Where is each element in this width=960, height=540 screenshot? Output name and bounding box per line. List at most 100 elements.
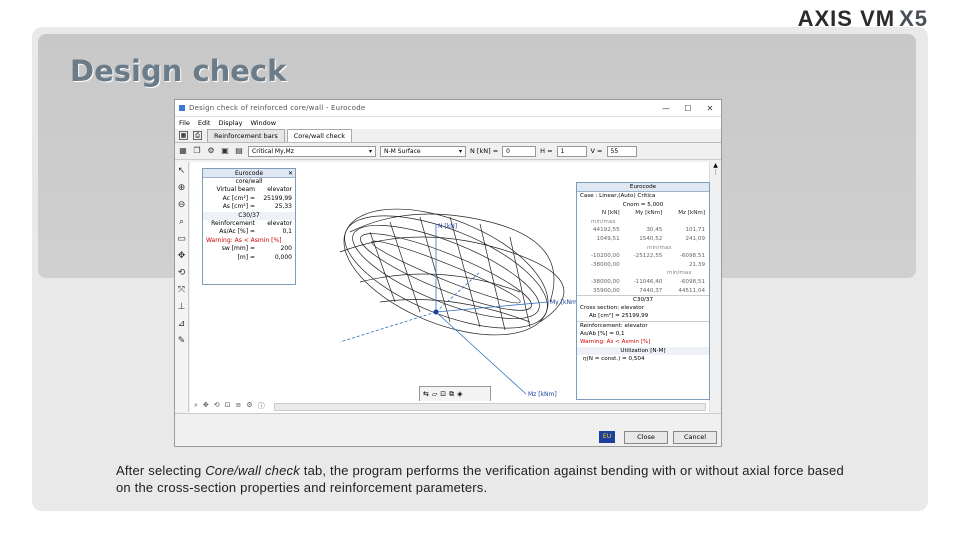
rotate-icon[interactable]: ⟲ [178, 268, 186, 279]
cell: -25122,55 [633, 253, 663, 260]
surface-dropdown-value: N-M Surface [384, 147, 421, 155]
window-title: Design check of reinforced core/wall - E… [189, 104, 366, 112]
utilization-line: η(N = const.) = 0,504 [583, 356, 645, 363]
settings-small-icon[interactable]: ⚙ [246, 401, 252, 413]
view-front-icon[interactable]: ⇆ [423, 390, 429, 398]
pan-small-icon[interactable]: ✥ [203, 401, 209, 413]
cell: 44511,04 [678, 287, 706, 294]
panel-row-value: elevator [267, 219, 292, 227]
my-axis-label: My [kNm] [550, 299, 579, 306]
cell: -6098,51 [679, 278, 706, 285]
cell: 1049,51 [596, 235, 620, 242]
left-panel-title-text: Eurocode [234, 170, 264, 177]
info-icon[interactable]: ⓘ [258, 401, 265, 413]
cnom-line: Cnom = 5,000 [622, 201, 664, 208]
measure-icon[interactable]: ⊿ [178, 319, 186, 330]
table-icon[interactable]: ▦ [179, 131, 188, 140]
group-label: min/max [667, 270, 692, 277]
panel-warning-text: Warning: As < Asmin [%] [206, 236, 282, 244]
menu-display[interactable]: Display [218, 119, 242, 127]
scroll-up-icon[interactable]: ▲ [710, 162, 721, 169]
panel-row: [m] = 0,000 [203, 254, 295, 262]
grid-view-icon[interactable]: ▤ [234, 146, 244, 156]
cell: 21,39 [689, 261, 706, 268]
critical-dropdown[interactable]: Critical My,Mz ▾ [248, 145, 376, 157]
panel-row: Virtual beam elevator [203, 186, 295, 194]
utilization-header: Utilization [N-M] [577, 346, 709, 356]
zoom-window-icon[interactable]: ⌕ [179, 217, 184, 228]
table-row: -38000,00 -11046,40 -6098,51 [577, 278, 709, 287]
group-label: min/max [647, 244, 672, 251]
zoom-in-icon[interactable]: ⊕ [178, 183, 186, 194]
perspective-icon[interactable]: ⤧ [178, 285, 185, 296]
close-button[interactable]: Close [624, 431, 668, 444]
tab-reinforcement-bars[interactable]: Reinforcement bars [207, 129, 285, 142]
cell: -38000,00 [590, 278, 620, 285]
minimize-button[interactable]: — [655, 104, 677, 113]
panel-row-value: elevator [267, 186, 292, 194]
panel-row-value: 25199,99 [263, 194, 292, 202]
cell: 44192,55 [592, 227, 620, 234]
scroll-options-icon[interactable]: ⋮ [710, 169, 721, 176]
close-window-button[interactable]: ✕ [699, 104, 721, 113]
n-input[interactable]: 0 [502, 145, 537, 157]
panel-row-value: 0,000 [274, 253, 292, 261]
v-input[interactable]: 55 [606, 145, 637, 157]
cell: 35900,00 [592, 287, 620, 294]
menu-window[interactable]: Window [250, 119, 276, 127]
chevron-down-icon: ▾ [458, 147, 462, 155]
panel-row-value: 200 [280, 245, 292, 253]
view-top-icon[interactable]: ⊡ [440, 390, 446, 398]
vertical-scrollbar[interactable]: ▲ ⋮ [709, 162, 721, 412]
tab-core-wall-check[interactable]: Core/wall check [286, 129, 352, 142]
app-icon [179, 105, 185, 111]
image-icon[interactable]: ▣ [220, 146, 230, 156]
copy-icon[interactable]: ❐ [192, 146, 202, 156]
menu-file[interactable]: File [179, 119, 190, 127]
view-iso-icon[interactable]: ⧉ [449, 390, 454, 399]
select-arrow-icon[interactable]: ↖ [178, 166, 186, 177]
material-line: C30/37 [577, 295, 709, 304]
n-axis-label: N [kN] [438, 223, 457, 230]
logo-text: AXIS VM [797, 6, 896, 31]
view-frame-icon[interactable]: ▭ [177, 234, 186, 245]
eurocode-summary-panel[interactable]: Eurocode ✕ core/wall Virtual beam elevator… [202, 168, 296, 285]
cell: 101,71 [685, 227, 706, 234]
horizontal-scrollbar[interactable] [273, 403, 706, 411]
pan-icon[interactable]: ✥ [178, 251, 186, 262]
table-row: -38000,00 21,39 [577, 261, 709, 270]
design-check-window: Design check of reinforced core/wall - E… [174, 99, 722, 447]
menu-edit[interactable]: Edit [198, 119, 211, 127]
tab-row: ▦ ⎙ Reinforcement bars Core/wall check [175, 129, 721, 143]
print-icon[interactable]: ⎙ [193, 131, 202, 140]
cell [622, 261, 665, 270]
panel-warning-row: Warning: As < Asmin [%] [203, 237, 295, 245]
h-input[interactable]: 1 [556, 145, 587, 157]
panel-row-label: Virtual beam [216, 186, 255, 194]
cancel-button[interactable]: Cancel [673, 431, 717, 444]
cell: 7440,37 [639, 287, 663, 294]
panel-row: C30/37 [203, 211, 295, 220]
maximize-button[interactable]: ☐ [677, 104, 699, 113]
cell: 30,45 [646, 227, 663, 234]
axes-icon[interactable]: ⊥ [178, 302, 186, 313]
grid-icon[interactable]: ▦ [178, 146, 188, 156]
rotate-small-icon[interactable]: ⟲ [214, 401, 220, 413]
zoom-icon[interactable]: ⌕ [194, 401, 198, 413]
close-icon[interactable]: ✕ [288, 169, 293, 178]
fit-icon[interactable]: ⊡ [225, 401, 231, 413]
view-controls: ⇆ ▱ ⊡ ⧉ ◈ [419, 386, 491, 402]
wrench-icon[interactable]: ✎ [178, 336, 186, 347]
settings-icon[interactable]: ⚙ [206, 146, 216, 156]
table-row: 1049,51 1540,52 241,09 [577, 235, 709, 244]
results-header: N [kN] My [kNm] Mz [kNm] [577, 209, 709, 218]
cross-section-line: Cross section: elevator [580, 304, 645, 311]
zoom-out-icon[interactable]: ⊖ [178, 200, 186, 211]
view-side-icon[interactable]: ▱ [432, 390, 437, 398]
surface-dropdown[interactable]: N-M Surface ▾ [380, 145, 466, 157]
eurocode-results-panel[interactable]: Eurocode Case : Linear,(Auto) Critica Cn… [576, 182, 710, 400]
layers-icon[interactable]: ≡ [236, 401, 242, 413]
cell: -10200,00 [590, 253, 620, 260]
col-header: Mz [kNm] [678, 210, 706, 217]
view-3d-icon[interactable]: ◈ [457, 390, 462, 398]
